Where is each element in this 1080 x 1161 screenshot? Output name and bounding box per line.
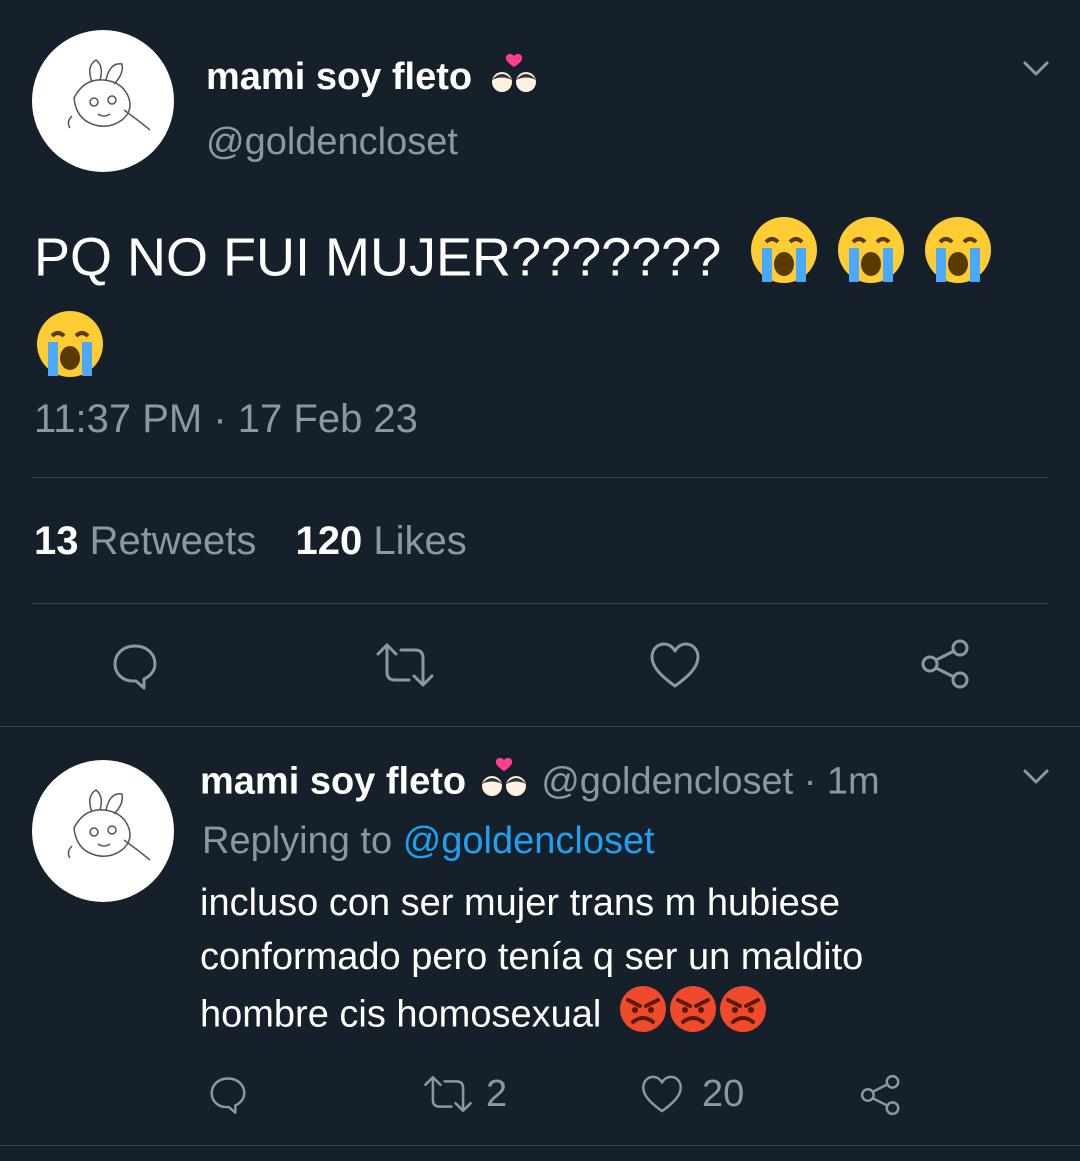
- likes-stat[interactable]: 120 Likes: [296, 519, 467, 563]
- angry-face-emoji: [668, 984, 718, 1049]
- reply-icon[interactable]: [206, 1072, 250, 1116]
- avatar-drawing: [67, 789, 151, 861]
- reply-handle-time[interactable]: @goldencloset · 1m: [541, 761, 880, 803]
- avatar-drawing: [67, 59, 151, 131]
- like-action[interactable]: 20: [640, 1072, 744, 1116]
- tweet-text: PQ NO FUI MUJER???????: [34, 214, 1044, 402]
- display-name[interactable]: mami soy fleto: [206, 52, 541, 106]
- retweets-stat[interactable]: 13 Retweets: [34, 519, 268, 563]
- chevron-down-icon[interactable]: [1020, 56, 1052, 80]
- retweets-label: Retweets: [89, 519, 257, 563]
- retweet-action[interactable]: 2: [422, 1072, 507, 1116]
- section-divider: [0, 726, 1080, 727]
- replying-to-link[interactable]: @goldencloset: [403, 820, 655, 862]
- avatar[interactable]: [32, 30, 174, 172]
- tweet-text-body: PQ NO FUI MUJER???????: [34, 227, 722, 288]
- section-divider: [0, 1145, 1080, 1146]
- loudly-crying-face-emoji: [835, 214, 907, 308]
- loudly-crying-face-emoji: [748, 214, 820, 308]
- angry-face-emoji: [618, 984, 668, 1049]
- replying-to: Replying to @goldencloset: [202, 818, 655, 864]
- likes-label: Likes: [373, 519, 467, 563]
- heart-icon: [640, 1073, 684, 1115]
- tweet-timestamp[interactable]: 11:37 PM · 17 Feb 23: [34, 396, 418, 442]
- divider: [32, 477, 1048, 478]
- reply-text-line: incluso con ser mujer trans m hubiese: [200, 882, 840, 924]
- loudly-crying-face-emoji: [34, 308, 106, 402]
- reply-display-name[interactable]: mami soy fleto: [200, 761, 466, 803]
- reply-text-line: hombre cis homosexual: [200, 993, 602, 1036]
- likes-count: 120: [295, 519, 363, 563]
- reply-text-line: conformado pero tenía q ser un maldito: [200, 936, 864, 978]
- display-name-text: mami soy fleto: [206, 56, 473, 99]
- couple-with-heart-emoji: [487, 52, 541, 106]
- tweet-stats: 13 Retweets 120 Likes: [34, 518, 467, 564]
- heart-icon[interactable]: [648, 640, 702, 690]
- reply-text-line-with-emoji: hombre cis homosexual: [200, 984, 1060, 1049]
- chevron-down-icon[interactable]: [1020, 764, 1052, 788]
- angry-face-emoji: [718, 984, 768, 1049]
- reply-avatar[interactable]: [32, 760, 174, 902]
- share-icon[interactable]: [918, 636, 974, 692]
- handle[interactable]: @goldencloset: [206, 120, 458, 164]
- couple-with-heart-emoji: [477, 756, 531, 811]
- replying-prefix: Replying to: [202, 820, 393, 862]
- share-icon[interactable]: [858, 1072, 904, 1118]
- retweets-count: 13: [34, 519, 79, 563]
- reply-icon[interactable]: [108, 638, 162, 692]
- reply-text: incluso con ser mujer trans m hubiese co…: [200, 876, 1060, 1049]
- loudly-crying-face-emoji: [922, 214, 994, 308]
- reply-header: mami soy fleto @goldencloset · 1m: [200, 756, 880, 811]
- retweet-count: 2: [486, 1072, 508, 1115]
- retweet-icon: [422, 1073, 474, 1115]
- divider: [32, 603, 1048, 604]
- retweet-icon[interactable]: [374, 640, 436, 690]
- like-count: 20: [702, 1072, 745, 1115]
